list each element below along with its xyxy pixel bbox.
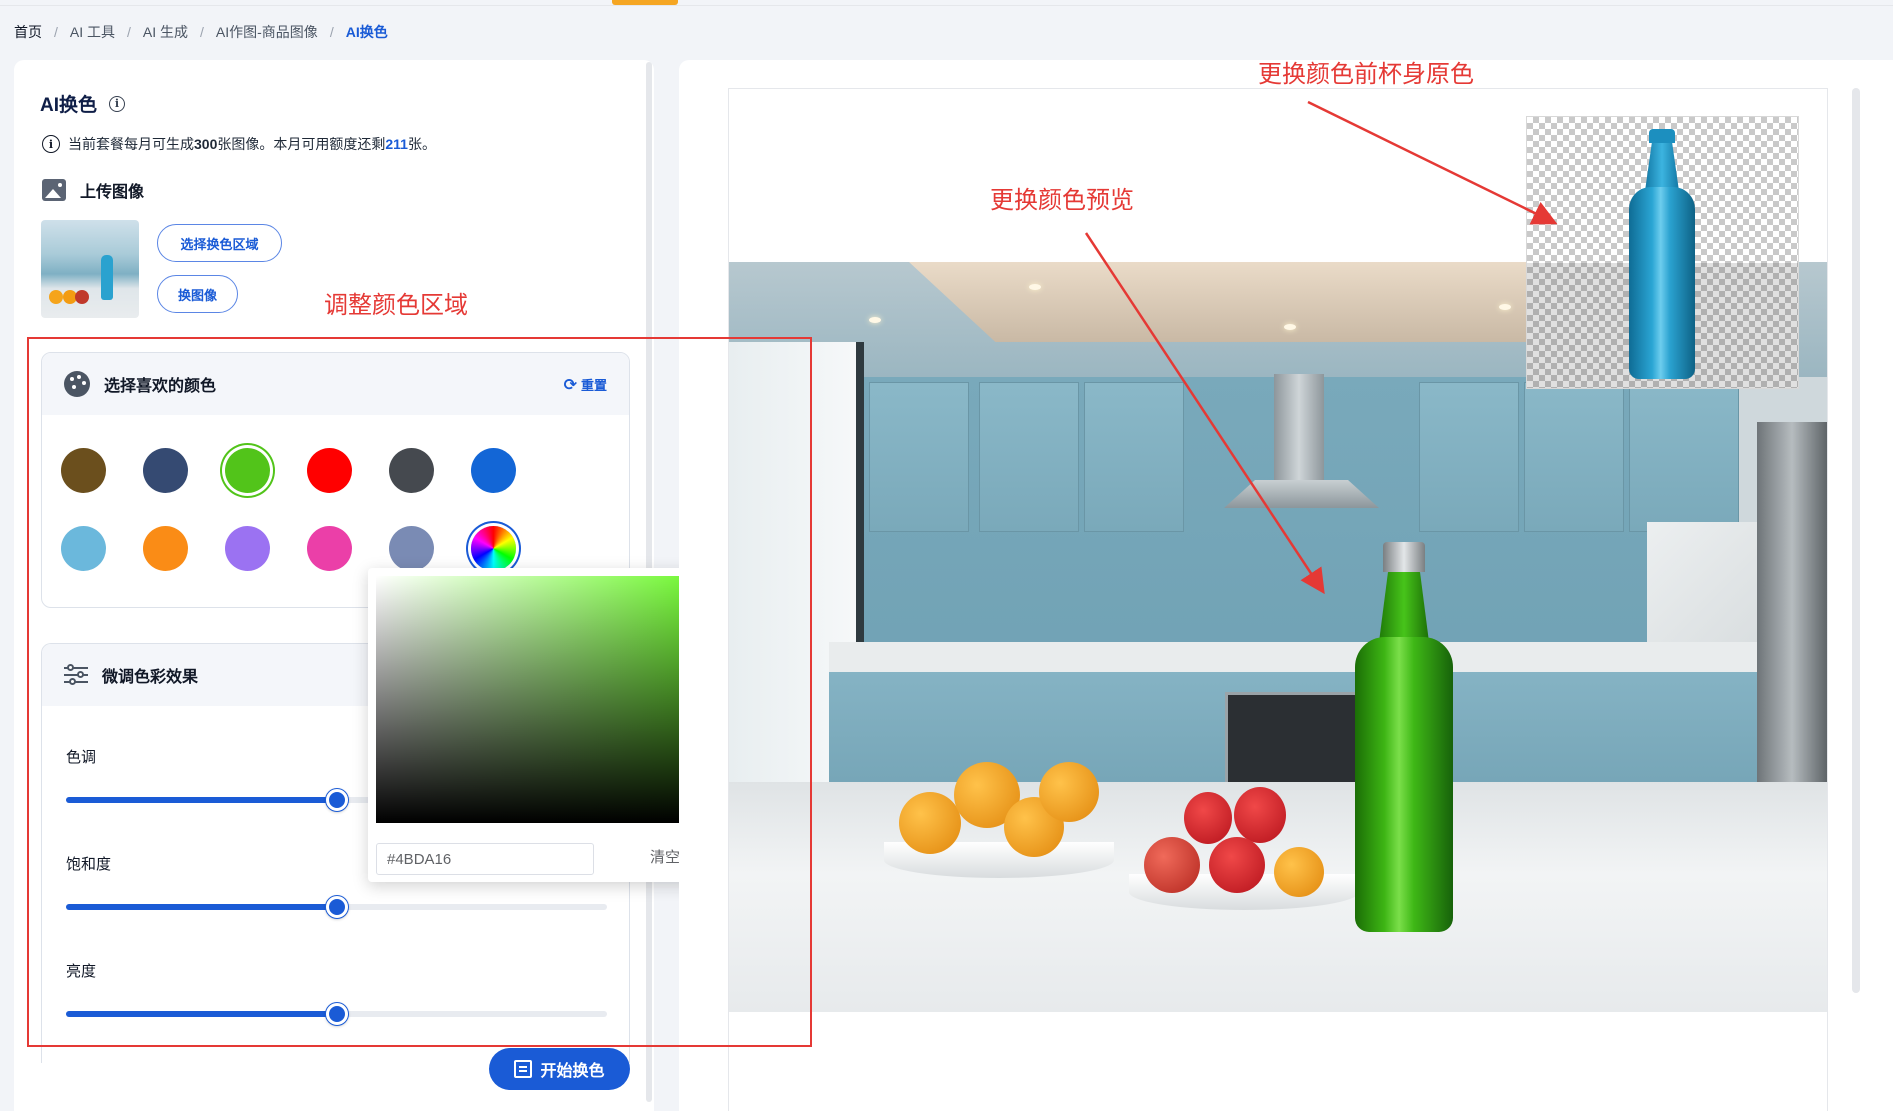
bottle-cap — [1383, 542, 1425, 572]
scene-strawberry — [1184, 792, 1232, 844]
start-recolor-button[interactable]: 开始换色 — [489, 1048, 630, 1090]
thumbnail-fruit — [49, 290, 63, 304]
scene-orange — [1039, 762, 1099, 822]
breadcrumb-ai-generate[interactable]: AI 生成 — [143, 22, 188, 42]
scene-cabinet — [979, 382, 1079, 532]
scene-cabinet — [1084, 382, 1184, 532]
page-title-text: AI换色 — [40, 95, 98, 116]
annotation-preview: 更换颜色预览 — [990, 187, 1134, 214]
start-button-label: 开始换色 — [540, 1063, 605, 1080]
breadcrumb-home[interactable]: 首页 — [14, 22, 42, 42]
annotation-original: 更换颜色前杯身原色 — [1258, 61, 1474, 88]
breadcrumb-separator: / — [54, 24, 58, 40]
page-title: AI换色 i — [40, 90, 126, 117]
quota-monthly: 300 — [194, 136, 218, 152]
thumbnail-bottle — [101, 255, 113, 300]
upload-label-text: 上传图像 — [80, 184, 145, 201]
info-icon: i — [42, 135, 60, 153]
bottle-body — [1355, 637, 1453, 932]
quota-middle: 张图像。本月可用额度还剩 — [217, 136, 386, 152]
scene-fridge — [1757, 422, 1827, 842]
scene-strawberry — [1209, 837, 1265, 893]
breadcrumb-separator: / — [200, 24, 204, 40]
recolored-bottle — [1355, 542, 1453, 932]
scene-strawberry — [1234, 787, 1286, 843]
right-scrollbar[interactable] — [1852, 88, 1860, 993]
upload-section-label: 上传图像 — [42, 178, 144, 202]
document-icon — [514, 1060, 533, 1078]
scene-range-hood — [1274, 374, 1324, 484]
scene-cabinet — [869, 382, 969, 532]
bottle-neck — [1379, 572, 1429, 642]
scene-cabinet — [1524, 382, 1624, 532]
quota-suffix: 张。 — [407, 136, 436, 152]
bottle-cap — [1649, 129, 1675, 143]
thumbnail-fruit — [75, 290, 89, 304]
quota-remaining: 211 — [385, 136, 408, 152]
image-icon — [42, 179, 66, 201]
scene-cabinet — [1629, 382, 1739, 532]
scene-light — [869, 317, 881, 323]
annotation-adjust-region: 调整颜色区域 — [324, 292, 468, 319]
quota-prefix: 当前套餐每月可生成 — [68, 136, 194, 152]
scene-orange — [1274, 847, 1324, 897]
uploaded-image-thumbnail[interactable] — [41, 220, 139, 318]
scene-light — [1284, 324, 1296, 330]
breadcrumb-current: AI换色 — [345, 24, 388, 40]
scene-back-counter — [829, 642, 1827, 672]
bottle-neck — [1645, 143, 1679, 191]
scene-light — [1029, 284, 1041, 290]
breadcrumb-ai-tools[interactable]: AI 工具 — [70, 22, 115, 42]
original-bottle — [1629, 129, 1695, 379]
bottle-body — [1629, 187, 1695, 379]
info-icon[interactable]: i — [109, 95, 126, 112]
breadcrumb-separator: / — [127, 24, 131, 40]
scene-ceiling-light — [909, 262, 1629, 342]
scene-orange — [899, 792, 961, 854]
change-image-button[interactable]: 换图像 — [157, 275, 238, 313]
scene-apple — [1144, 837, 1200, 893]
annotation-box — [27, 337, 812, 1047]
scene-cabinet — [1419, 382, 1519, 532]
top-divider — [0, 5, 1893, 6]
breadcrumb-separator: / — [329, 24, 334, 40]
breadcrumb-product-image[interactable]: AI作图-商品图像 — [216, 22, 318, 42]
scene-light — [1499, 304, 1511, 310]
quota-notice: i 当前套餐每月可生成 300 张图像。本月可用额度还剩 211 张。 — [42, 134, 436, 154]
original-color-preview — [1526, 116, 1799, 389]
select-region-button[interactable]: 选择换色区域 — [157, 224, 282, 262]
breadcrumb: 首页 / AI 工具 / AI 生成 / AI作图-商品图像 / AI换色 — [14, 22, 388, 42]
